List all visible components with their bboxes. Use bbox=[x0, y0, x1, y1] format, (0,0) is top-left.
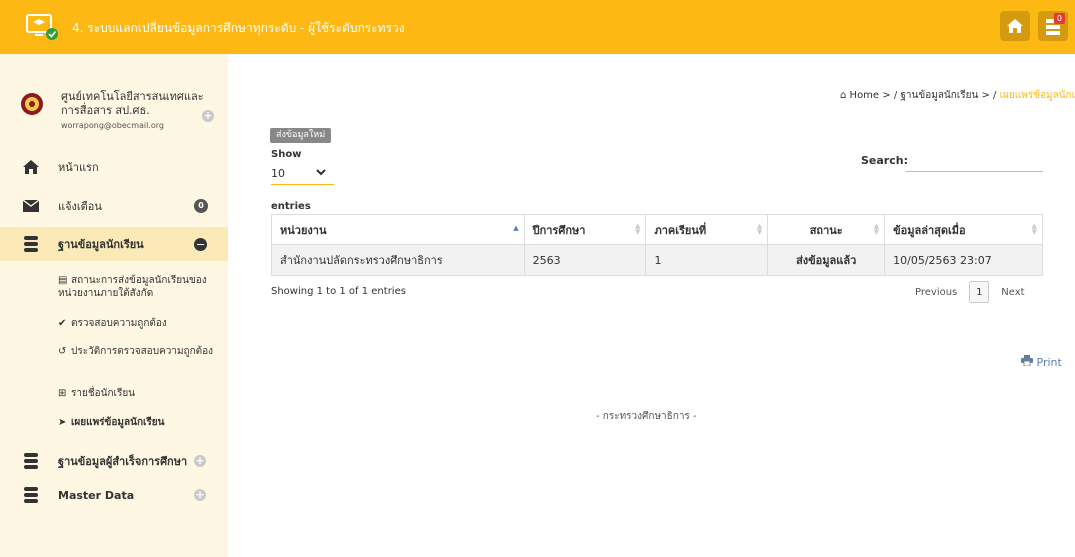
sidebar-item-student-database[interactable]: ฐานข้อมูลนักเรียน bbox=[0, 227, 228, 261]
breadcrumb: ⌂ Home > / ฐานข้อมูลนักเรียน > / เผยแพร่… bbox=[840, 88, 1075, 103]
collapse-icon[interactable] bbox=[194, 237, 207, 251]
sidebar-item-graduate-database[interactable]: ฐานข้อมูลผู้สำเร็จการศึกษา + bbox=[0, 444, 228, 478]
database-icon bbox=[22, 486, 40, 504]
entries-label: entries bbox=[271, 201, 311, 212]
pagination: Previous 1 Next bbox=[915, 280, 1025, 304]
history-icon: ↺ bbox=[58, 346, 67, 357]
profile-expand-icon[interactable]: + bbox=[202, 110, 214, 122]
table-icon: ⊞ bbox=[58, 388, 67, 399]
page-footer: - กระทรวงศึกษาธิการ - bbox=[596, 411, 697, 422]
home-button[interactable] bbox=[1000, 11, 1030, 41]
expand-icon[interactable]: + bbox=[194, 455, 206, 467]
next-button[interactable]: Next bbox=[1001, 287, 1024, 298]
cell-updated: 10/05/2563 23:07 bbox=[884, 244, 1043, 276]
sidebar-item-label: หน้าแรก bbox=[58, 161, 99, 174]
breadcrumb-current: เผยแพร่ข้อมูลนักเรียน bbox=[999, 90, 1075, 101]
sidebar-item-master-data[interactable]: Master Data + bbox=[0, 478, 228, 512]
sort-icon: ▲ ▼ bbox=[635, 222, 641, 236]
sidebar: ศูนย์เทคโนโลยีสารสนเทศและการสื่อสาร สป.ศ… bbox=[0, 54, 228, 557]
cell-year: 2563 bbox=[523, 244, 647, 276]
sidebar-item-home[interactable]: หน้าแรก bbox=[0, 150, 228, 184]
sidebar-item-label: Master Data bbox=[58, 488, 135, 502]
sidebar-item-label: ฐานข้อมูลผู้สำเร็จการศึกษา bbox=[58, 455, 188, 468]
data-table: หน่วยงาน ▲ ปีการศึกษา ▲ ▼ ภาคเรียนที่ ▲ ▼ สถา… bbox=[271, 214, 1043, 276]
profile-email: worrapong@obecmail.org bbox=[61, 121, 164, 130]
breadcrumb-level1[interactable]: ฐานข้อมูลนักเรียน bbox=[900, 90, 978, 101]
sort-asc-icon: ▲ bbox=[513, 224, 519, 232]
sidebar-item-notifications[interactable]: แจ้งเตือน 0 bbox=[0, 189, 228, 223]
show-label: Show bbox=[271, 149, 302, 160]
sidebar-item-label: แจ้งเตือน bbox=[58, 200, 102, 213]
home-icon: ⌂ bbox=[840, 90, 847, 101]
printer-icon bbox=[1021, 355, 1037, 369]
submenu-item-validate[interactable]: ✔ ตรวจสอบความถูกต้อง bbox=[58, 317, 218, 330]
notification-badge: 0 bbox=[1053, 13, 1065, 24]
chevron-down-icon bbox=[316, 166, 326, 181]
breadcrumb-home[interactable]: Home bbox=[850, 90, 880, 101]
home-icon bbox=[1007, 19, 1023, 33]
sort-icon: ▲ ▼ bbox=[756, 222, 763, 236]
column-header-semester[interactable]: ภาคเรียนที่ ▲ ▼ bbox=[645, 214, 769, 245]
submenu-item-publish[interactable]: ➤ เผยแพร่ข้อมูลนักเรียน bbox=[58, 416, 218, 429]
page-button-1[interactable]: 1 bbox=[969, 281, 990, 303]
expand-icon[interactable]: + bbox=[194, 489, 206, 501]
home-icon bbox=[22, 158, 40, 176]
column-header-unit[interactable]: หน่วยงาน ▲ bbox=[271, 214, 525, 245]
app-logo-icon bbox=[25, 13, 61, 41]
check-icon: ✔ bbox=[58, 318, 67, 329]
sort-icon: ▲ ▼ bbox=[1031, 222, 1037, 236]
sort-icon: ▲ ▼ bbox=[873, 222, 880, 236]
app-title: 4. ระบบแลกเปลี่ยนข้อมูลการศึกษาทุกระดับ … bbox=[72, 21, 405, 35]
envelope-icon bbox=[22, 197, 40, 215]
database-icon bbox=[22, 452, 40, 470]
print-button[interactable]: Print bbox=[1021, 355, 1062, 369]
column-header-updated[interactable]: ข้อมูลล่าสุดเมื่อ ▲ ▼ bbox=[884, 214, 1043, 245]
table-info: Showing 1 to 1 of 1 entries bbox=[271, 286, 406, 297]
list-icon: ▤ bbox=[58, 275, 68, 286]
submenu-item-status[interactable]: ▤ สถานะการส่งข้อมูลนักเรียนของหน่วยงานภาย… bbox=[58, 274, 218, 300]
column-header-status[interactable]: สถานะ ▲ ▼ bbox=[767, 214, 886, 245]
search-input[interactable] bbox=[906, 150, 1043, 172]
database-icon bbox=[22, 235, 40, 253]
table-row: สำนักงานปลัดกระทรวงศึกษาธิการ 2563 1 ส่ง… bbox=[271, 244, 1043, 276]
sidebar-item-label: ฐานข้อมูลนักเรียน bbox=[58, 238, 144, 251]
submenu-item-student-list[interactable]: ⊞ รายชื่อนักเรียน bbox=[58, 387, 218, 400]
avatar bbox=[20, 92, 44, 116]
profile-name: ศูนย์เทคโนโลยีสารสนเทศและการสื่อสาร สป.ศ… bbox=[61, 90, 204, 117]
search-label: Search: bbox=[861, 154, 908, 167]
page-size-select[interactable]: 10 bbox=[271, 165, 334, 185]
send-icon: ➤ bbox=[58, 417, 67, 428]
notification-count-badge: 0 bbox=[194, 199, 208, 213]
cell-unit: สำนักงานปลัดกระทรวงศึกษาธิการ bbox=[271, 244, 525, 276]
previous-button[interactable]: Previous bbox=[915, 287, 957, 298]
notification-button[interactable]: 0 bbox=[1038, 11, 1068, 41]
cell-semester: 1 bbox=[645, 244, 769, 276]
submenu-item-validation-history[interactable]: ↺ ประวัติการตรวจสอบความถูกต้อง bbox=[58, 345, 218, 358]
column-header-year[interactable]: ปีการศึกษา ▲ ▼ bbox=[523, 214, 647, 245]
cell-status: ส่งข้อมูลแล้ว bbox=[767, 244, 886, 276]
top-bar: 4. ระบบแลกเปลี่ยนข้อมูลการศึกษาทุกระดับ … bbox=[0, 0, 1075, 54]
send-new-data-button[interactable]: ส่งข้อมูลใหม่ bbox=[270, 128, 332, 143]
